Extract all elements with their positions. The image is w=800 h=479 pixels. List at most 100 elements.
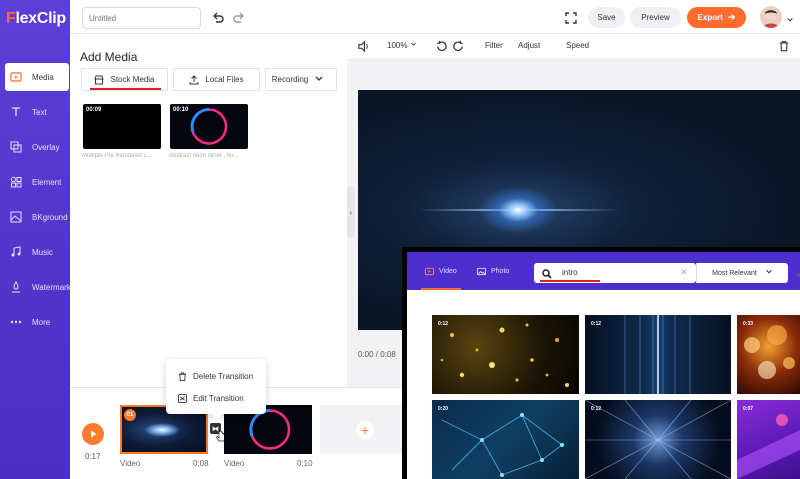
top-bar: Save Preview Export ➔ <box>70 0 800 34</box>
rotate-right-icon[interactable] <box>452 40 466 54</box>
watermark-icon <box>10 281 22 293</box>
adjust-button[interactable]: Adjust <box>518 41 540 50</box>
sidebar-item-label: Overlay <box>32 142 60 152</box>
stock-result-thumbnail[interactable]: 0:12 <box>585 400 731 479</box>
menu-item-label: Delete Transition <box>193 372 254 381</box>
sidebar-item-label: Text <box>32 107 47 117</box>
clip-flare-preview <box>144 423 180 437</box>
media-thumbnail[interactable]: 00:10 <box>170 104 248 149</box>
transition-context-menu: Delete Transition Edit Transition <box>166 359 266 419</box>
speed-button[interactable]: Speed <box>566 41 589 50</box>
avatar[interactable] <box>760 6 782 28</box>
tab-recording[interactable]: Recording <box>265 68 337 91</box>
network-lines-preview <box>441 413 564 477</box>
upload-icon <box>189 74 199 84</box>
chevron-down-icon[interactable] <box>786 13 800 27</box>
sidebar-item-more[interactable]: More <box>5 308 69 336</box>
tab-label: Photo <box>491 268 510 275</box>
stock-result-thumbnail[interactable]: 0:33 <box>737 315 800 394</box>
stock-result-thumbnail[interactable]: 0:20 <box>432 400 579 479</box>
volume-icon[interactable] <box>357 40 371 54</box>
red-annotation-underline <box>540 280 600 282</box>
flexclip-logo[interactable]: FlexClip <box>6 10 66 28</box>
clip-type-label: Video <box>224 459 245 468</box>
stock-search-input[interactable]: intro ✕ <box>534 263 696 283</box>
text-icon <box>10 106 22 118</box>
element-icon <box>10 176 22 188</box>
sidebar-item-element[interactable]: Element <box>5 168 69 196</box>
redo-icon[interactable] <box>232 11 246 25</box>
sidebar-item-overlay[interactable]: Overlay <box>5 133 69 161</box>
stock-search-overlay: Video Photo intro ✕ Most Relevant 0:12 0… <box>402 247 800 479</box>
clip-type-label: Video <box>120 459 141 468</box>
fullscreen-icon[interactable] <box>564 11 578 25</box>
stock-search-header: Video Photo intro ✕ Most Relevant <box>407 252 800 290</box>
clip-number-badge: 01 <box>124 409 136 421</box>
video-icon <box>425 267 434 276</box>
player-time: 0:00 / 0:08 <box>358 350 396 359</box>
trash-icon <box>178 372 187 381</box>
tab-label: Local Files <box>205 75 244 84</box>
music-icon <box>10 246 22 258</box>
sidebar-item-media[interactable]: Media <box>5 63 69 91</box>
sidebar-item-text[interactable]: Text <box>5 98 69 126</box>
export-label: Export <box>697 13 723 22</box>
sidebar-item-label: Element <box>32 177 62 187</box>
zoom-dropdown[interactable]: 100% <box>387 41 417 50</box>
zoom-value: 100% <box>387 41 408 50</box>
trash-icon[interactable] <box>778 40 792 54</box>
editor-toolbar: 100% Filter Adjust Speed <box>347 34 800 60</box>
play-button[interactable] <box>82 423 104 445</box>
tab-label: Video <box>439 268 457 275</box>
sort-dropdown[interactable]: Most Relevant <box>696 263 788 283</box>
tab-photo[interactable]: Photo <box>477 267 509 276</box>
preview-button[interactable]: Preview <box>630 7 681 28</box>
light-flare <box>478 186 558 234</box>
plus-icon: + <box>356 420 374 439</box>
stock-result-thumbnail[interactable]: 0:07 <box>737 400 800 479</box>
chevron-left-icon: ‹ <box>349 207 353 217</box>
edit-transition-item[interactable]: Edit Transition <box>178 394 244 403</box>
stock-search-panel: Video Photo intro ✕ Most Relevant 0:12 0… <box>407 252 800 479</box>
background-icon <box>10 211 22 223</box>
sidebar-item-watermark[interactable]: Watermark <box>5 273 71 301</box>
transition-icon <box>178 394 187 403</box>
thumbnail-duration: 00:09 <box>86 107 102 113</box>
gold-particles-preview <box>440 323 569 387</box>
clear-search-icon[interactable]: ✕ <box>680 267 688 278</box>
delete-transition-item[interactable]: Delete Transition <box>178 372 253 381</box>
thumbnail-duration: 0:20 <box>438 406 449 412</box>
media-thumbnail[interactable]: 00:09 <box>83 104 161 149</box>
rotate-left-icon[interactable] <box>435 40 449 54</box>
thumbnail-duration: 0:12 <box>591 406 602 412</box>
tab-local-files[interactable]: Local Files <box>173 68 260 91</box>
media-panel: Add Media Stock Media Local Files Record… <box>70 34 347 387</box>
chevron-down-icon <box>314 74 330 86</box>
sidebar-item-label: Music <box>32 247 53 257</box>
thumbnail-duration: 00:10 <box>173 107 189 113</box>
timeline-total-time: 0:17 <box>85 452 101 461</box>
add-clip-slot[interactable]: + <box>320 405 410 454</box>
more-icon <box>10 316 22 328</box>
menu-caret <box>212 414 222 419</box>
undo-icon[interactable] <box>211 11 225 25</box>
project-title-input[interactable] <box>82 7 201 29</box>
sidebar-item-music[interactable]: Music <box>5 238 69 266</box>
panel-title: Add Media <box>80 50 138 64</box>
collapse-panel-handle[interactable]: ‹ <box>347 187 355 237</box>
search-value: intro <box>562 268 578 277</box>
tab-video[interactable]: Video <box>425 267 457 276</box>
menu-item-label: Edit Transition <box>193 394 244 403</box>
thumbnail-caption: Abstract neon circle , flu... <box>169 153 239 159</box>
export-button[interactable]: Export ➔ <box>687 7 746 28</box>
sidebar-item-label: BKground <box>32 212 68 222</box>
photo-icon <box>477 267 486 276</box>
play-icon <box>91 430 97 438</box>
stock-result-thumbnail[interactable]: 0:12 <box>585 315 731 394</box>
scroll-up-icon[interactable] <box>796 266 800 286</box>
filter-button[interactable]: Filter <box>485 41 503 50</box>
save-button[interactable]: Save <box>588 7 625 28</box>
stock-result-thumbnail[interactable]: 0:12 <box>432 315 579 394</box>
sidebar-item-bkground[interactable]: BKground <box>5 203 69 231</box>
clip-duration: 0:10 <box>297 459 313 468</box>
